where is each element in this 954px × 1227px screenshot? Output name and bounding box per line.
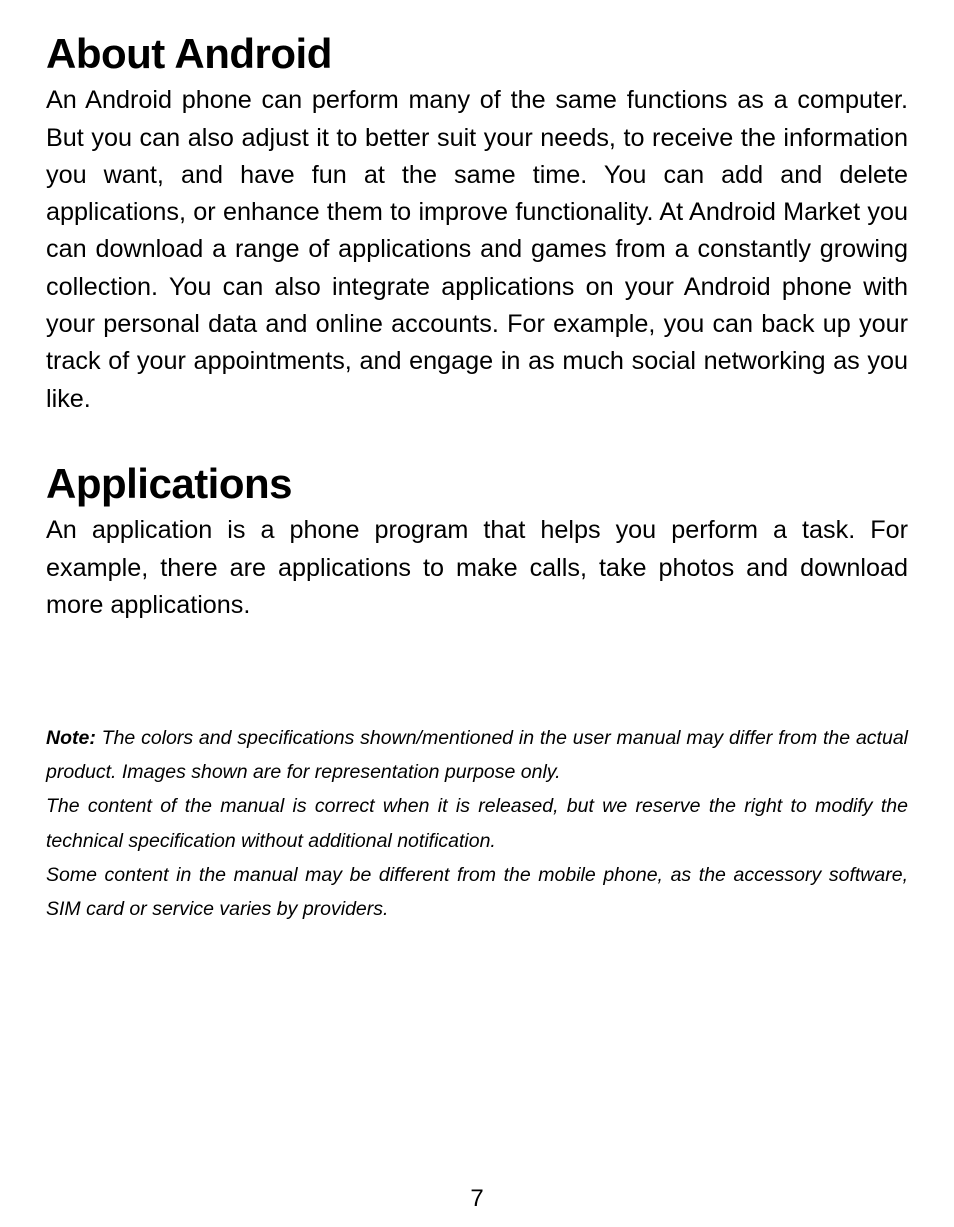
note-block: Note: The colors and specifications show… <box>46 721 908 926</box>
note-text-1: The colors and specifications shown/ment… <box>46 727 908 783</box>
note-label: Note: <box>46 727 96 749</box>
paragraph-applications: An application is a phone program that h… <box>46 512 908 624</box>
heading-about-android: About Android <box>46 30 908 78</box>
note-line-1: Note: The colors and specifications show… <box>46 721 908 789</box>
note-line-2: The content of the manual is correct whe… <box>46 789 908 857</box>
document-page: About Android An Android phone can perfo… <box>0 0 954 1227</box>
section-gap <box>46 442 908 460</box>
heading-applications: Applications <box>46 460 908 508</box>
page-number: 7 <box>0 1185 954 1213</box>
paragraph-about-android: An Android phone can perform many of the… <box>46 82 908 418</box>
note-line-3: Some content in the manual may be differ… <box>46 858 908 926</box>
